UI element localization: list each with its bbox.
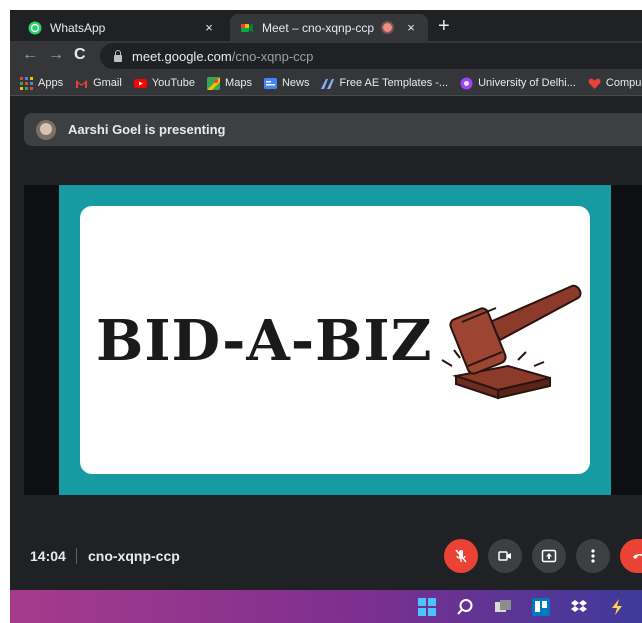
url-path: /cno-xqnp-ccp [231, 48, 314, 64]
present-icon [541, 549, 557, 563]
new-tab-button[interactable]: + [438, 16, 450, 36]
more-options-button[interactable] [576, 539, 610, 573]
bookmark-label: Apps [38, 77, 64, 89]
windows-start-icon[interactable] [418, 598, 436, 616]
dropbox-icon[interactable] [570, 598, 588, 616]
ae-templates-icon [321, 77, 335, 90]
presentation-slide: BID-A-BIZ [80, 206, 590, 474]
tab-title: Meet – cno-xqnp-ccp [262, 20, 375, 35]
mic-off-button[interactable] [444, 539, 478, 573]
bookmark-label: Gmail [93, 77, 122, 89]
youtube-icon [133, 77, 147, 90]
meet-main: Aarshi Goel is presenting BID-A-BIZ 14:0… [10, 96, 642, 590]
screen: WhatsApp × Meet – cno-xqnp-ccp × + ← → C… [10, 10, 642, 623]
divider [76, 548, 77, 564]
end-call-icon [633, 554, 642, 559]
bookmarks-bar: Apps Gmail YouTube Maps News Free AE Tem… [10, 71, 642, 96]
slide-title: BID-A-BIZ [96, 308, 433, 374]
bookmark-label: Free AE Templates -... [339, 77, 449, 89]
trello-icon[interactable] [532, 598, 550, 616]
bookmark-maps[interactable]: Maps [207, 76, 252, 90]
heart-icon [588, 77, 601, 90]
reload-icon[interactable]: C [74, 47, 86, 63]
address-bar[interactable]: meet.google.com/cno-xqnp-ccp [100, 43, 642, 69]
maps-icon [207, 76, 221, 90]
presenter-banner: Aarshi Goel is presenting [24, 113, 642, 146]
bookmark-label: Maps [225, 77, 252, 89]
url-host: meet.google.com [132, 48, 232, 64]
avatar [36, 119, 56, 140]
lock-icon [114, 49, 122, 62]
search-icon[interactable] [456, 598, 474, 616]
meeting-time: 14:04 [30, 548, 66, 564]
present-button[interactable] [532, 539, 566, 573]
browser-toolbar: ← → C meet.google.com/cno-xqnp-ccp [10, 41, 642, 71]
whatsapp-icon [28, 21, 42, 35]
close-tab-icon[interactable]: × [200, 20, 218, 35]
recording-indicator-icon [383, 23, 392, 32]
gmail-icon [75, 77, 88, 90]
bookmark-label: YouTube [151, 77, 196, 89]
bookmark-gmail[interactable]: Gmail [75, 77, 122, 90]
camera-button[interactable] [488, 539, 522, 573]
bookmark-news[interactable]: News [263, 77, 310, 90]
gavel-icon [441, 284, 582, 400]
meeting-code: cno-xqnp-ccp [88, 548, 180, 564]
bookmark-apps[interactable]: Apps [20, 76, 64, 90]
bookmark-label: News [281, 77, 310, 89]
presenter-text: Aarshi Goel is presenting [68, 122, 226, 137]
tab-meet[interactable]: Meet – cno-xqnp-ccp × [230, 14, 428, 41]
bookmark-university[interactable]: University of Delhi... [460, 77, 576, 90]
tab-whatsapp[interactable]: WhatsApp × [18, 14, 226, 41]
google-news-icon [263, 77, 277, 90]
google-meet-icon [240, 21, 254, 35]
bookmark-label: Compu [605, 77, 642, 89]
close-tab-icon[interactable]: × [402, 20, 420, 35]
back-arrow-icon[interactable]: ← [22, 47, 38, 63]
forward-arrow-icon[interactable]: → [48, 47, 64, 63]
mic-off-icon [455, 549, 467, 563]
tab-strip: WhatsApp × Meet – cno-xqnp-ccp × + [10, 10, 642, 41]
taskbar [10, 590, 642, 623]
more-vert-icon [591, 549, 595, 563]
arrow-icon[interactable] [608, 598, 626, 616]
camera-icon [498, 551, 511, 561]
tab-title: WhatsApp [50, 20, 106, 35]
apps-grid-icon [20, 76, 33, 90]
presentation-stage: BID-A-BIZ [24, 185, 642, 495]
bookmark-youtube[interactable]: YouTube [133, 77, 196, 90]
slide-frame: BID-A-BIZ [59, 185, 611, 495]
bookmark-label: University of Delhi... [478, 77, 576, 89]
bookmark-compu[interactable]: Compu [588, 77, 641, 90]
task-view-icon[interactable] [494, 598, 512, 616]
leave-call-button[interactable] [620, 539, 642, 573]
bookmark-ae-templates[interactable]: Free AE Templates -... [321, 77, 448, 90]
university-icon [460, 77, 473, 90]
